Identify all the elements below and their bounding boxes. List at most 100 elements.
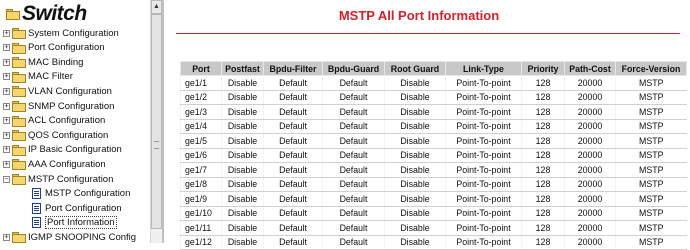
table-cell: Default: [322, 162, 385, 178]
table-cell: MSTP: [615, 177, 687, 192]
folder-icon: [12, 101, 26, 112]
tree-item-qos-configuration[interactable]: + QOS Configuration: [3, 128, 108, 142]
expand-icon[interactable]: +: [3, 131, 10, 139]
table-cell: Point-To-point: [445, 177, 522, 192]
scroll-thumb[interactable]: [151, 14, 162, 229]
table-cell: 20000: [564, 235, 616, 250]
folder-icon: [12, 159, 26, 171]
table-cell: Disable: [221, 206, 264, 221]
table-cell: Point-To-point: [445, 206, 522, 221]
tree-item-igmp-snooping-config[interactable]: + IGMP SNOOPING Config: [3, 230, 136, 243]
table-cell: Default: [322, 133, 385, 149]
table-cell: ge1/8: [180, 177, 222, 192]
tree-item-vlan-configuration[interactable]: + VLAN Configuration: [3, 84, 112, 98]
column-header: Postfast: [221, 61, 264, 76]
tree-item-label: VLAN Configuration: [28, 85, 112, 97]
table-cell: Point-To-point: [445, 162, 522, 178]
table-cell: 128: [521, 235, 565, 250]
table-cell: Default: [322, 90, 385, 105]
tree-subitem-port-information[interactable]: Port Information: [32, 216, 117, 230]
scroll-up-arrow-icon[interactable]: ▲: [151, 0, 162, 14]
table-cell: Default: [322, 235, 385, 250]
table-cell: 20000: [564, 177, 616, 192]
table-row: ge1/6 Disable Default Default Disable Point-T…: [180, 148, 687, 163]
tree-item-mac-filter[interactable]: + MAC Filter: [3, 70, 73, 84]
folder-icon: [12, 144, 26, 156]
expand-icon[interactable]: +: [3, 29, 10, 37]
tree-subitem-port-configuration[interactable]: Port Configuration: [32, 201, 122, 215]
table-cell: MSTP: [615, 104, 687, 120]
expand-icon[interactable]: +: [3, 160, 10, 168]
tree-item-label: System Configuration: [28, 27, 119, 39]
tree-item-label: QOS Configuration: [28, 129, 109, 141]
column-header: Port: [180, 61, 222, 76]
table-cell: Disable: [384, 206, 446, 221]
expand-icon[interactable]: +: [3, 58, 10, 66]
folder-icon: [12, 28, 26, 39]
table-cell: Disable: [221, 104, 264, 120]
tree-item-mstp-configuration[interactable]: − MSTP Configuration: [3, 172, 113, 186]
table-cell: 20000: [564, 133, 616, 149]
table-cell: ge1/12: [180, 235, 222, 250]
table-row: ge1/7 Disable Default Default Disable Point-T…: [180, 162, 687, 178]
collapse-icon[interactable]: −: [3, 175, 10, 183]
folder-icon: [12, 232, 26, 243]
expand-icon[interactable]: +: [3, 87, 10, 95]
tree-root-label: Switch: [22, 2, 87, 25]
table-cell: MSTP: [615, 133, 687, 149]
table-cell: 128: [521, 191, 565, 207]
expand-icon[interactable]: +: [3, 44, 10, 52]
table-cell: MSTP: [615, 148, 687, 163]
table-cell: MSTP: [615, 235, 687, 250]
tree-item-ip-basic-configuration[interactable]: + IP Basic Configuration: [3, 143, 122, 157]
table-cell: Default: [322, 220, 385, 236]
table-cell: Disable: [221, 75, 264, 91]
table-cell: 128: [521, 162, 565, 178]
tree-root[interactable]: Switch: [6, 3, 87, 25]
table-cell: Default: [322, 148, 385, 163]
tree-item-port-configuration[interactable]: + Port Configuration: [3, 41, 105, 55]
expand-icon[interactable]: +: [3, 117, 10, 125]
table-cell: Disable: [221, 177, 264, 192]
table-cell: Default: [263, 162, 323, 178]
tree-item-aaa-configuration[interactable]: + AAA Configuration: [3, 157, 106, 171]
page-icon: [32, 202, 41, 214]
tree-item-label: IP Basic Configuration: [28, 144, 122, 156]
table-cell: Disable: [384, 148, 446, 163]
page-icon: [32, 188, 41, 200]
tree-item-label: SNMP Configuration: [28, 100, 115, 112]
table-cell: Point-To-point: [445, 90, 522, 105]
table-cell: Disable: [384, 104, 446, 120]
table-cell: ge1/7: [180, 162, 222, 178]
table-cell: MSTP: [615, 220, 687, 236]
tree-item-system-configuration[interactable]: + System Configuration: [3, 26, 119, 40]
table-cell: 20000: [564, 90, 616, 105]
tree-scrollbar[interactable]: ▲: [150, 0, 162, 243]
table-cell: 128: [521, 119, 565, 134]
table-cell: Default: [322, 191, 385, 207]
expand-icon[interactable]: +: [3, 146, 10, 154]
table-cell: Point-To-point: [445, 119, 522, 134]
table-cell: 128: [521, 220, 565, 236]
table-cell: ge1/10: [180, 206, 222, 221]
tree-item-acl-configuration[interactable]: + ACL Configuration: [3, 114, 105, 128]
table-cell: 128: [521, 148, 565, 163]
tree-item-label: AAA Configuration: [28, 158, 106, 170]
table-cell: ge1/1: [180, 75, 222, 91]
tree-item-mac-binding[interactable]: + MAC Binding: [3, 55, 83, 69]
expand-icon[interactable]: +: [3, 102, 10, 110]
column-header: Force-Version: [615, 61, 687, 76]
tree-item-snmp-configuration[interactable]: + SNMP Configuration: [3, 99, 114, 113]
folder-icon: [12, 42, 26, 54]
table-cell: Disable: [384, 90, 446, 105]
tree-subitem-mstp-configuration[interactable]: MSTP Configuration: [32, 187, 130, 201]
table-cell: Default: [322, 119, 385, 134]
expand-icon[interactable]: +: [3, 73, 10, 81]
table-cell: 20000: [564, 75, 616, 91]
folder-icon: [12, 57, 26, 69]
column-header: Priority: [521, 61, 565, 76]
tree-item-label: MAC Binding: [28, 56, 84, 68]
expand-icon[interactable]: +: [3, 233, 10, 241]
table-cell: 128: [521, 90, 565, 105]
root-folder-icon: [6, 9, 20, 20]
